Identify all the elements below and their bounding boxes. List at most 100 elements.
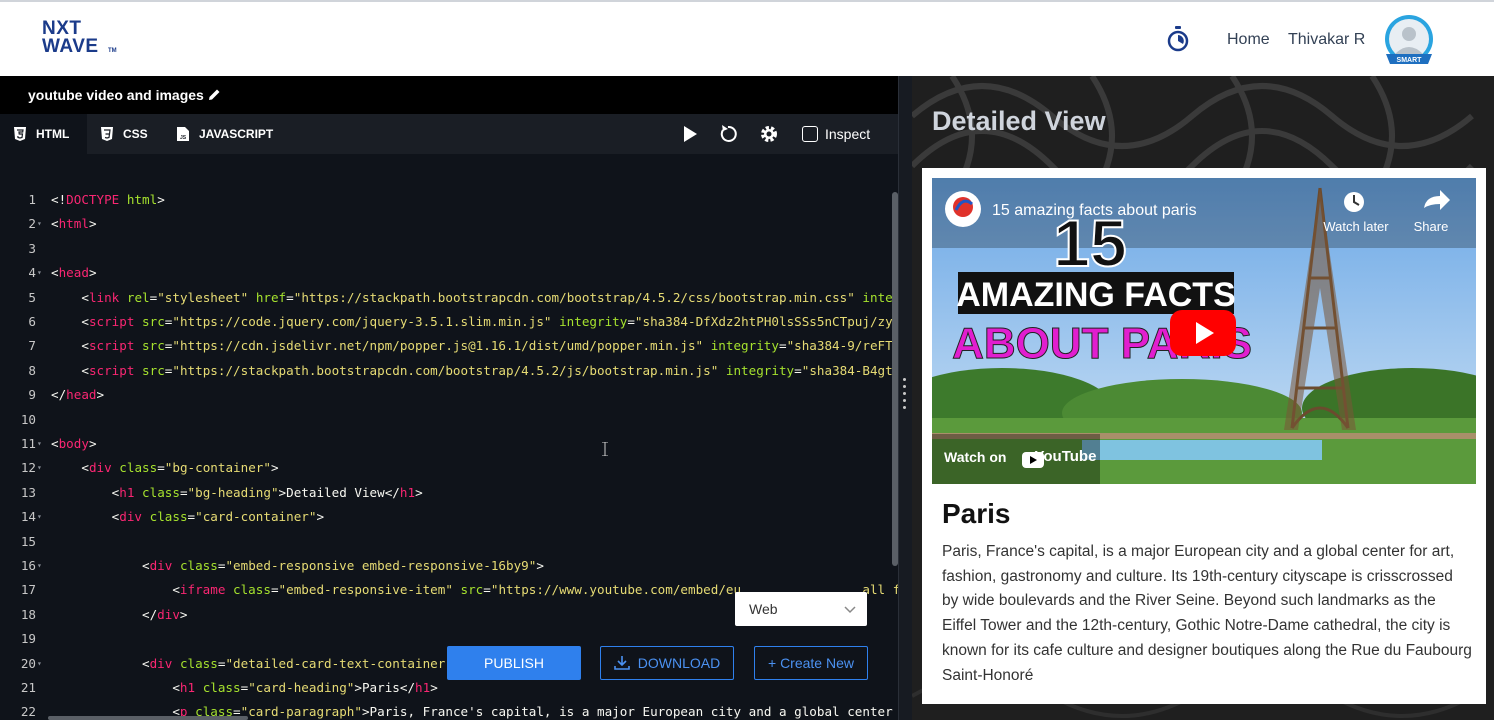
fold-arrow-icon[interactable]: ▾ — [37, 561, 42, 570]
tab-html[interactable]: HTML — [0, 114, 87, 154]
user-name[interactable]: Thivakar R — [1288, 31, 1365, 49]
inspect-checkbox[interactable] — [802, 126, 818, 142]
code-line[interactable]: 19 — [0, 631, 884, 651]
code-line[interactable]: 2 ▾ <html> — [0, 216, 884, 236]
code-text: <div class="bg-container"> — [81, 460, 279, 476]
line-number: 9 — [28, 387, 36, 403]
pencil-icon[interactable] — [208, 88, 221, 101]
editor-tab-bar: HTML CSS JS JAVASCRIPT Inspect — [0, 114, 898, 154]
watch-later-label[interactable]: Watch later — [1318, 219, 1394, 234]
avatar-badge: SMART — [1397, 57, 1423, 64]
code-line[interactable]: 10 — [0, 412, 884, 432]
download-icon — [613, 656, 630, 670]
code-line[interactable]: 15 — [0, 534, 884, 554]
stopwatch-icon[interactable] — [1166, 26, 1190, 52]
youtube-wordmark: YouTube — [1034, 448, 1097, 465]
thumbnail-line1: AMAZING FACTS — [956, 276, 1236, 314]
code-line[interactable]: 11 ▾ <body> — [0, 436, 884, 456]
preview-heading: Detailed View — [932, 106, 1106, 136]
code-text: <h1 class="bg-heading">Detailed View</h1… — [111, 484, 423, 500]
line-number: 11 — [20, 436, 36, 451]
inspect-label: Inspect — [825, 126, 871, 142]
code-text: </head> — [51, 387, 105, 403]
code-line[interactable]: 20 ▾ <div class="detailed-card-text-conta… — [0, 656, 884, 676]
run-play-icon[interactable] — [680, 124, 700, 144]
code-line[interactable]: 4 ▾ <head> — [0, 265, 884, 285]
code-text: <div class="card-container"> — [111, 509, 325, 525]
code-text: <script src="https://stackpath.bootstrap… — [81, 362, 893, 378]
create-new-label: + Create New — [768, 655, 854, 671]
watch-on-label: Watch on — [944, 448, 1007, 465]
card-paragraph: Paris, France's capital, is a major Euro… — [942, 543, 1472, 684]
fold-arrow-icon[interactable]: ▾ — [37, 659, 42, 668]
watch-on-youtube[interactable]: Watch on YouTube — [944, 448, 1096, 465]
code-line[interactable]: 12 ▾ <div class="bg-container"> — [0, 460, 884, 480]
code-area[interactable]: 1 <!DOCTYPE html> 2 ▾ <html> 3 4 ▾ <head> 5 <link… — [0, 192, 898, 720]
code-line[interactable]: 21 <h1 class="card-heading">Paris</h1> — [0, 680, 884, 700]
platform-select-value: Web — [749, 601, 778, 617]
code-text: </div> — [142, 606, 188, 622]
code-text: <script src="https://cdn.jsdelivr.net/np… — [81, 338, 893, 354]
avatar[interactable]: SMART — [1380, 14, 1438, 68]
code-line[interactable]: 3 — [0, 241, 884, 261]
fold-arrow-icon[interactable]: ▾ — [37, 512, 42, 521]
line-number: 12 — [20, 460, 36, 476]
platform-select[interactable]: Web — [735, 592, 867, 626]
code-line[interactable]: 7 <script src="https://cdn.jsdelivr.net/… — [0, 338, 892, 358]
line-number: 22 — [20, 704, 36, 720]
line-number: 5 — [28, 289, 36, 305]
fold-arrow-icon[interactable]: ▾ — [37, 268, 42, 277]
panel-splitter[interactable] — [898, 76, 912, 720]
inspect-toggle[interactable]: Inspect — [802, 124, 870, 144]
editor-horizontal-scrollbar[interactable] — [48, 716, 248, 720]
code-text: <head> — [51, 265, 97, 281]
js-file-icon: JS — [177, 127, 189, 141]
code-line[interactable]: 5 <link rel="stylesheet" href="https://s… — [0, 289, 892, 310]
code-line[interactable]: 13 <h1 class="bg-heading">Detailed View<… — [0, 485, 884, 505]
nav-home-link[interactable]: Home — [1227, 31, 1270, 49]
publish-button[interactable]: PUBLISH — [447, 646, 581, 680]
line-number: 2 — [28, 216, 36, 232]
tab-css-label: CSS — [123, 127, 148, 141]
publish-label: PUBLISH — [484, 655, 544, 671]
line-number: 15 — [20, 533, 36, 549]
code-line[interactable]: 14 ▾ <div class="card-container"> — [0, 509, 884, 529]
fold-arrow-icon[interactable]: ▾ — [37, 439, 42, 448]
code-text: <script src="https://code.jquery.com/jqu… — [81, 314, 893, 329]
line-number: 3 — [28, 240, 36, 256]
share-label[interactable]: Share — [1406, 219, 1456, 234]
code-line[interactable]: 9 </head> — [0, 387, 884, 407]
fold-arrow-icon[interactable]: ▾ — [37, 219, 42, 228]
reset-icon[interactable] — [718, 124, 738, 144]
tab-css[interactable]: CSS — [101, 114, 148, 154]
youtube-embed[interactable]: 15 AMAZING FACTS ABOUT PARIS 15 amazing … — [932, 178, 1476, 484]
logo-line2: WAVE — [42, 36, 99, 57]
code-line[interactable]: 8 <script src="https://stackpath.bootstr… — [0, 362, 892, 383]
line-number: 8 — [28, 362, 36, 378]
code-text: <link rel="stylesheet" href="https://sta… — [81, 289, 893, 305]
line-number: 20 — [20, 655, 36, 671]
tab-javascript[interactable]: JS JAVASCRIPT — [177, 114, 273, 154]
svg-text:JS: JS — [180, 135, 187, 141]
code-line[interactable]: 1 <!DOCTYPE html> — [0, 192, 884, 212]
code-editor-panel: youtube video and images HTML CSS JS JAV… — [0, 76, 898, 720]
line-number: 21 — [20, 680, 36, 695]
line-number: 13 — [20, 484, 36, 500]
video-title[interactable]: 15 amazing facts about paris — [992, 202, 1197, 220]
create-new-button[interactable]: + Create New — [754, 646, 868, 680]
code-text: <!DOCTYPE html> — [51, 192, 165, 207]
code-line[interactable]: 6 <script src="https://code.jquery.com/j… — [0, 314, 892, 334]
nxtwave-logo[interactable]: NXT WAVE TM — [42, 18, 122, 60]
css3-icon — [101, 127, 113, 141]
code-line[interactable]: 16 ▾ <div class="embed-responsive embed-r… — [0, 558, 884, 578]
line-number: 7 — [28, 338, 36, 354]
gear-icon[interactable] — [759, 124, 779, 144]
code-text: <div class="detailed-card-text-container… — [142, 655, 453, 671]
download-button[interactable]: DOWNLOAD — [600, 646, 734, 680]
line-number: 16 — [20, 558, 36, 573]
project-title: youtube video and images — [28, 87, 204, 103]
project-title-bar: youtube video and images — [0, 76, 898, 114]
download-label: DOWNLOAD — [637, 655, 721, 671]
code-text: <body> — [51, 436, 97, 451]
fold-arrow-icon[interactable]: ▾ — [37, 463, 42, 472]
